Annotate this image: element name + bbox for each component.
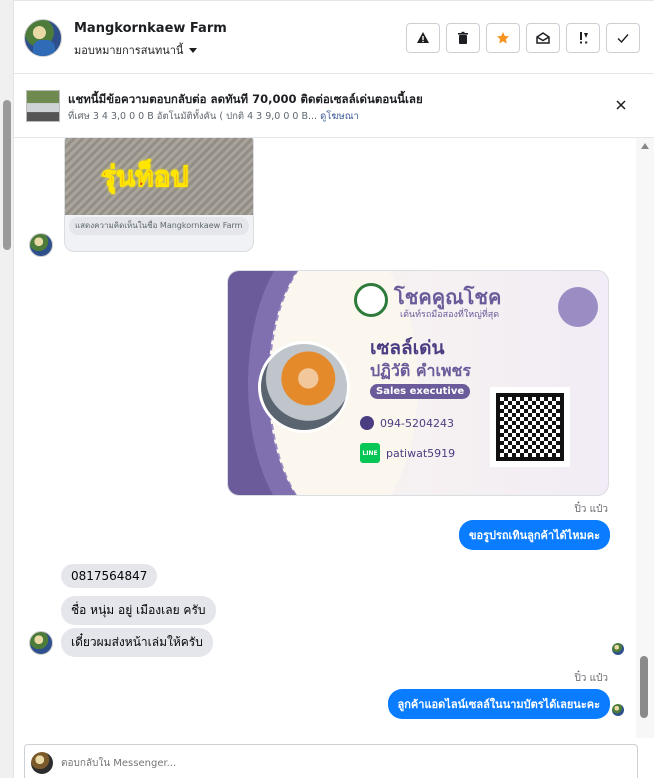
incoming-message[interactable]: เดี๋ยวผมส่งหน้าเล่มให้ครับ	[61, 628, 213, 657]
incoming-message[interactable]: 0817564847	[61, 564, 158, 588]
mark-unread-button[interactable]	[526, 23, 560, 53]
spam-icon	[580, 32, 588, 44]
star-icon	[497, 32, 509, 44]
ad-context-banner: แชทนี้มีข้อความตอบกลับต่อ ลดทันที 70,000…	[14, 74, 654, 138]
view-ad-link[interactable]: ดูโฆษณา	[320, 111, 359, 122]
mail-open-icon	[536, 32, 550, 44]
card-line: LINE patiwat5919	[360, 443, 455, 463]
page-scrollbar-thumb[interactable]	[3, 100, 11, 250]
customer-avatar	[29, 631, 53, 655]
sender-label: ปิ๋ว แป๋ว	[574, 673, 608, 684]
customer-avatar	[29, 233, 53, 257]
assign-conversation-dropdown[interactable]: มอบหมายการสนทนานี้	[74, 41, 198, 59]
delete-button[interactable]	[446, 23, 480, 53]
ad-title: แชทนี้มีข้อความตอบกลับต่อ ลดทันที 70,000…	[68, 92, 423, 106]
conversation-header: Mangkornkaew Farm มอบหมายการสนทนานี้	[14, 0, 654, 74]
page-avatar[interactable]	[24, 19, 62, 57]
salesperson-name: ปฏิวัติ คำเพชร	[370, 361, 471, 380]
scroll-up-icon[interactable]	[641, 143, 649, 149]
salesperson-role: Sales executive	[370, 384, 471, 399]
user-avatar	[31, 752, 53, 774]
outgoing-message[interactable]: ลูกค้าแอดไลน์เซลล์ในนามบัตรได้เลยนะคะ	[387, 689, 610, 719]
check-icon	[617, 34, 629, 44]
qr-pattern	[496, 393, 564, 461]
brand-tagline: เต้นท์รถมือสองที่ใหญ่ที่สุด	[400, 310, 500, 320]
assign-label: มอบหมายการสนทนานี้	[74, 44, 184, 57]
salesperson-photo	[258, 341, 350, 433]
phone-icon	[360, 416, 374, 430]
card-phone: 094-5204243	[360, 416, 454, 430]
ad-subtitle-text: ที่เศษ 3 4 3,0 0 0 B อัตโนมัติทั้งคัน ( …	[68, 111, 318, 122]
trash-icon	[458, 31, 468, 44]
page-scrollbar[interactable]	[0, 0, 14, 778]
message-thread: รุ่นท็อป แสดงความคิดเห็นในชื่อ Mangkornk…	[14, 138, 636, 738]
reply-composer	[24, 744, 638, 778]
action-toolbar	[406, 23, 640, 53]
ad-subtitle: ที่เศษ 3 4 3,0 0 0 B อัตโนมัติทั้งคัน ( …	[68, 109, 359, 124]
shared-post-card[interactable]: รุ่นท็อป แสดงความคิดเห็นในชื่อ Mangkornk…	[64, 138, 254, 252]
seen-avatar	[612, 704, 624, 716]
ad-thumbnail[interactable]	[26, 90, 60, 122]
warning-icon	[417, 32, 429, 43]
seen-avatar	[612, 643, 624, 655]
shared-post-caption[interactable]: แสดงความคิดเห็นในชื่อ Mangkornkaew Farm	[69, 217, 249, 235]
reply-input[interactable]	[61, 753, 621, 773]
star-button[interactable]	[486, 23, 520, 53]
decorative-circle	[558, 287, 598, 327]
page-name[interactable]: Mangkornkaew Farm	[74, 21, 227, 36]
close-icon[interactable]	[614, 98, 628, 112]
spam-button[interactable]	[566, 23, 600, 53]
mark-done-button[interactable]	[606, 23, 640, 53]
thread-scrollbar[interactable]	[636, 138, 654, 738]
brand-logo	[354, 283, 388, 317]
caret-down-icon	[189, 47, 198, 53]
line-id: patiwat5919	[386, 446, 456, 460]
report-button[interactable]	[406, 23, 440, 53]
outgoing-message[interactable]: ขอรูปรถเทินลูกค้าได้ไหมคะ	[458, 520, 610, 550]
thread-scrollbar-thumb[interactable]	[640, 656, 648, 718]
business-card-image[interactable]: โชคคูณโชค เต้นท์รถมือสองที่ใหญ่ที่สุด เซ…	[227, 270, 609, 496]
phone-number: 094-5204243	[380, 416, 454, 430]
line-icon: LINE	[360, 443, 380, 463]
shared-post-overlay-text: รุ่นท็อป	[100, 160, 189, 194]
incoming-message[interactable]: ชื่อ หนุ่ม อยู่ เมืองเลย ครับ	[61, 596, 216, 625]
qr-code	[490, 387, 570, 467]
sender-label: ปิ๋ว แป๋ว	[574, 504, 608, 515]
